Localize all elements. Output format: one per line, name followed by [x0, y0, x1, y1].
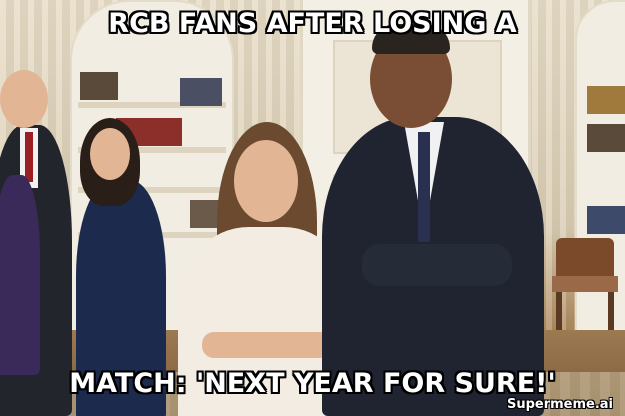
meme-top-caption: RCB FANS AFTER LOSING A: [108, 8, 517, 39]
armchair: [550, 238, 620, 330]
watermark: Supermeme.ai: [506, 397, 613, 412]
meme-image: RCB FANS AFTER LOSING A MATCH: 'NEXT YEA…: [0, 0, 625, 416]
man-arms-crossed: [322, 22, 544, 416]
meme-bottom-caption: MATCH: 'NEXT YEAR FOR SURE!': [69, 368, 556, 399]
